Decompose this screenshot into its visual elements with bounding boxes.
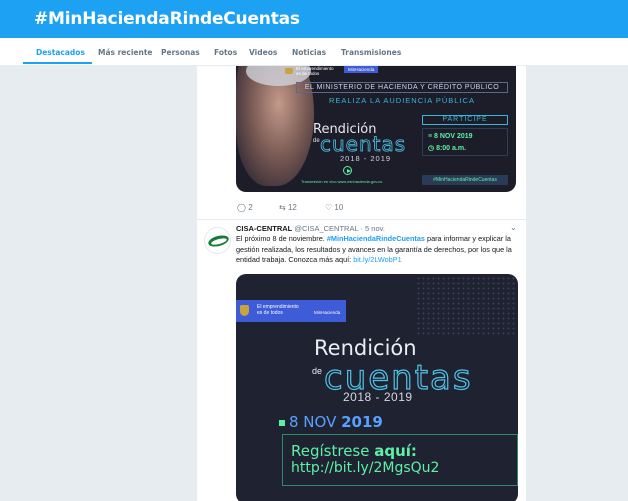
tweet-divider (197, 219, 526, 220)
calendar-icon (279, 419, 285, 426)
tab-noticias[interactable]: Noticias (292, 48, 326, 57)
tab-videos[interactable]: Videos (249, 48, 277, 57)
transmission-text: Transmisión en vivo www.minhacienda.gov.… (301, 179, 383, 184)
participe-box: PARTICIPE (422, 115, 508, 125)
event-time: ◷ 8:00 a.m. (428, 145, 467, 152)
play-icon (343, 166, 352, 175)
tab-transmisiones[interactable]: Transmisiones (341, 48, 401, 57)
tab-destacados[interactable]: Destacados (36, 48, 85, 57)
gov-badge: El emprendimiento es de todos (296, 66, 334, 76)
realiza-text: REALIZA LA AUDIENCIA PÚBLICA (329, 96, 475, 105)
minhacienda-badge: MinHacienda (344, 66, 379, 73)
cuentas-word: cuentas (320, 132, 407, 157)
colombia-shield-icon (285, 68, 293, 74)
image-hashtag: #MinHaciendaRindeCuentas (422, 175, 508, 185)
colombia-shield-icon (240, 305, 249, 316)
tab-personas[interactable]: Personas (161, 48, 200, 57)
hashtag-link[interactable]: #MinHaciendaRindeCuentas (327, 234, 425, 243)
header-bar: #MinHaciendaRindeCuentas (0, 0, 628, 38)
tab-fotos[interactable]: Fotos (214, 48, 237, 57)
tab-mas-reciente[interactable]: Más reciente (98, 48, 153, 57)
tweet2-text: El próximo 8 de noviembre. #MinHaciendaR… (236, 234, 512, 264)
years-text: 2018 - 2019 (340, 154, 392, 163)
retweet-button[interactable]: ⇆ 12 (279, 203, 297, 212)
rendicion-word: Rendición (314, 336, 417, 360)
timeline[interactable]: El emprendimiento es de todos MinHaciend… (197, 66, 526, 501)
ministry-banner: EL MINISTERIO DE HACIENDA Y CRÉDITO PÚBL… (296, 82, 508, 93)
de-word: de (312, 366, 323, 376)
de-word: de (313, 138, 320, 144)
gov-badge: El emprendimiento es de todos (257, 304, 299, 316)
search-tabs: Destacados Más reciente Personas Fotos V… (0, 38, 628, 66)
author-handle[interactable]: @CISA_CENTRAL · 5 nov. (294, 224, 385, 233)
event-date: 8 NOV 2019 (279, 413, 383, 431)
tweet2-header: CISA-CENTRAL @CISA_CENTRAL · 5 nov. (236, 224, 385, 233)
like-button[interactable]: ♡ 10 (325, 203, 343, 212)
tweet1-image[interactable]: El emprendimiento es de todos MinHaciend… (236, 66, 516, 192)
register-url: http://bit.ly/2MgsQu2 (291, 460, 440, 476)
years-text: 2018 - 2019 (343, 390, 413, 404)
tweet2-image[interactable]: El emprendimiento es de todos MinHaciend… (236, 274, 518, 501)
url-link[interactable]: bit.ly/2LWobP1 (353, 255, 401, 264)
dot-pattern (416, 276, 516, 336)
chevron-down-icon[interactable]: ⌄ (510, 223, 517, 232)
event-date: ≡ 8 NOV 2019 (428, 133, 473, 140)
minhacienda-badge: MinHacienda (314, 310, 341, 315)
author-name[interactable]: CISA-CENTRAL (236, 224, 292, 233)
active-tab-indicator (23, 62, 92, 64)
reply-button[interactable]: ◯ 2 (237, 203, 253, 212)
search-title: #MinHaciendaRindeCuentas (34, 9, 300, 29)
avatar[interactable] (204, 227, 231, 254)
register-label: Regístrese aquí: (291, 442, 417, 460)
